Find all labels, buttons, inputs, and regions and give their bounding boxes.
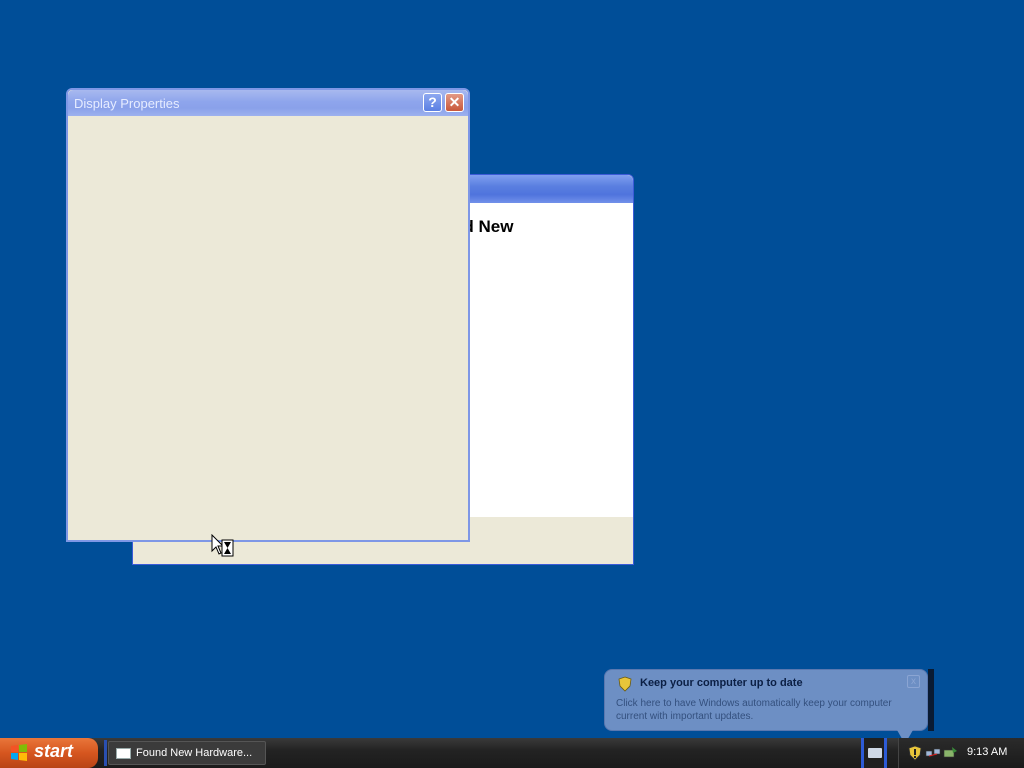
balloon-text: Click here to have Windows automatically… xyxy=(616,698,892,722)
busy-cursor-icon xyxy=(211,534,234,557)
balloon-close-button[interactable]: x xyxy=(907,675,920,688)
update-notification-balloon[interactable]: Keep your computer up to date Click here… xyxy=(604,669,934,744)
window-title: Display Properties xyxy=(74,96,180,111)
windows-logo-icon xyxy=(11,744,27,761)
clock[interactable]: 9:13 AM xyxy=(967,746,1007,758)
window-icon xyxy=(116,748,131,759)
taskbar: start Found New Hardware... 9:13 AM xyxy=(0,738,1024,768)
language-bar[interactable] xyxy=(861,738,887,768)
close-button[interactable]: ✕ xyxy=(445,93,464,112)
start-button[interactable]: start xyxy=(0,738,98,768)
taskbar-item-label: Found New Hardware... xyxy=(136,747,253,759)
help-button[interactable]: ? xyxy=(423,93,442,112)
balloon-title: Keep your computer up to date xyxy=(640,677,803,689)
display-properties-window[interactable]: Display Properties ? ✕ xyxy=(66,88,470,542)
display-properties-titlebar[interactable]: Display Properties ? ✕ xyxy=(68,90,468,116)
shield-icon xyxy=(618,676,632,692)
system-tray: 9:13 AM xyxy=(898,738,1024,768)
taskbar-separator xyxy=(104,740,107,766)
start-label: start xyxy=(34,741,74,761)
taskbar-item-found-new-hardware[interactable]: Found New Hardware... xyxy=(108,741,266,765)
network-icon[interactable] xyxy=(925,745,941,761)
security-shield-icon[interactable] xyxy=(907,745,923,761)
keyboard-icon xyxy=(868,748,882,758)
safely-remove-hardware-icon[interactable] xyxy=(942,745,958,761)
balloon-shadow xyxy=(928,669,934,731)
